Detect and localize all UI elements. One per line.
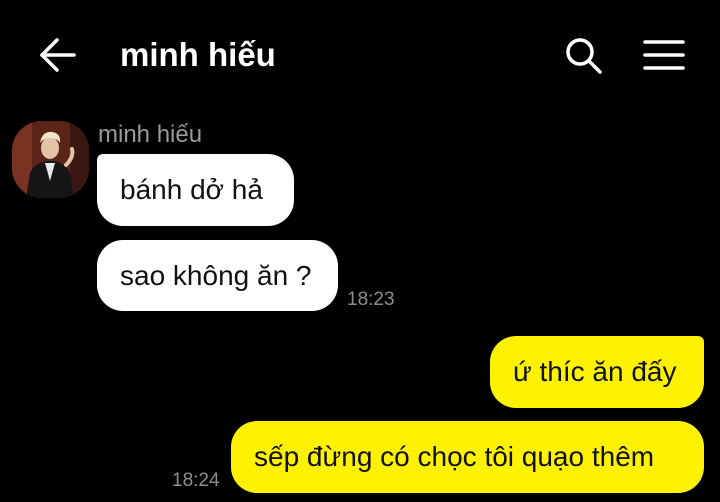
outgoing-message[interactable]: ứ thíc ăn đấy (490, 336, 704, 408)
search-icon (566, 38, 602, 74)
hamburger-menu-icon (643, 40, 685, 70)
sender-name: minh hiếu (98, 121, 203, 148)
chat-title: minh hiếu (120, 36, 276, 73)
incoming-message[interactable]: sao không ăn ? (97, 240, 338, 311)
back-button[interactable] (34, 34, 80, 76)
menu-button[interactable] (642, 36, 686, 76)
search-button[interactable] (562, 34, 606, 78)
arrow-left-icon (40, 38, 76, 72)
incoming-message[interactable]: bánh dở hả (97, 154, 294, 226)
message-timestamp: 18:24 (172, 470, 220, 491)
message-timestamp: 18:23 (347, 289, 395, 310)
profile-photo-icon (12, 121, 89, 198)
outgoing-message[interactable]: sếp đừng có chọc tôi quạo thêm (231, 421, 704, 493)
chat-header: minh hiếu (0, 0, 720, 110)
avatar[interactable] (12, 121, 89, 198)
